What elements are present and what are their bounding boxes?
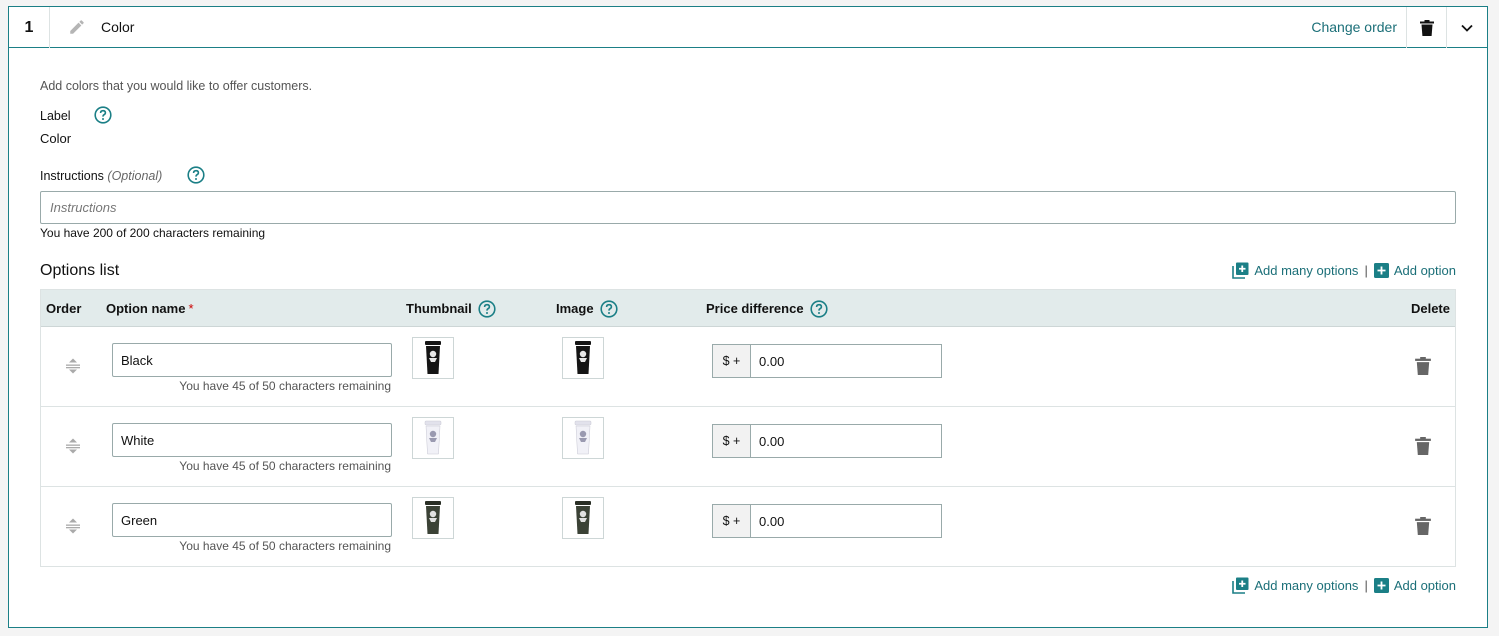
col-option-name-label: Option name (106, 301, 186, 316)
add-many-icon (1232, 262, 1249, 279)
price-difference-field: $ + (712, 424, 942, 458)
option-group-title: Color (101, 19, 135, 35)
price-prefix: $ + (712, 344, 750, 378)
thumbnail-image[interactable] (412, 497, 454, 539)
drag-handle-icon[interactable] (65, 437, 81, 455)
col-price-difference-label: Price difference (706, 301, 804, 316)
instructions-label: Instructions (Optional) (40, 169, 162, 183)
tumbler-thumbnail (425, 341, 441, 374)
instructions-char-count: You have 200 of 200 characters remaining (40, 226, 266, 240)
price-input[interactable] (750, 344, 942, 378)
options-list-title: Options list (40, 262, 120, 279)
col-option-name: Option name * (106, 290, 194, 327)
col-thumbnail-label: Thumbnail (406, 301, 472, 316)
instructions-input[interactable] (40, 191, 1456, 224)
table-row: You have 45 of 50 characters remaining (41, 327, 1455, 407)
tumbler-thumbnail (425, 501, 441, 534)
pencil-icon[interactable] (68, 18, 86, 36)
label-field-label: Label (40, 109, 71, 123)
option-char-count: You have 45 of 50 characters remaining (179, 539, 391, 553)
option-name-input[interactable] (112, 343, 392, 377)
option-name-input[interactable] (112, 503, 392, 537)
price-prefix: $ + (712, 424, 750, 458)
option-name-input[interactable] (112, 423, 392, 457)
option-char-count: You have 45 of 50 characters remaining (179, 379, 391, 393)
instructions-label-text: Instructions (40, 169, 104, 183)
delete-group-button[interactable] (1406, 7, 1447, 48)
add-many-options-label: Add many options (1254, 263, 1359, 278)
col-delete: Delete (1410, 301, 1450, 316)
add-option-label: Add option (1393, 578, 1456, 593)
options-actions-bottom: Add many options | Add option (1232, 577, 1456, 594)
options-actions-top: Add many options | Add option (1232, 262, 1456, 279)
trash-icon (1419, 19, 1434, 36)
step-number: 1 (9, 7, 50, 48)
section-description: Add colors that you would like to offer … (40, 79, 313, 93)
options-table: Order Option name * Thumbnail Image Pric… (40, 289, 1456, 567)
collapse-button[interactable] (1447, 7, 1487, 48)
help-icon[interactable] (94, 106, 112, 124)
options-table-header: Order Option name * Thumbnail Image Pric… (41, 290, 1455, 327)
price-difference-field: $ + (712, 344, 942, 378)
add-option-button[interactable]: Add option (1373, 578, 1456, 593)
option-group-panel: 1 Color Change order Add colors that you… (8, 6, 1488, 628)
option-group-header: 1 Color Change order (9, 7, 1487, 48)
col-price-difference: Price difference (706, 290, 828, 327)
option-image[interactable] (562, 497, 604, 539)
drag-handle-icon[interactable] (65, 517, 81, 535)
add-many-icon (1232, 577, 1249, 594)
drag-handle-icon[interactable] (65, 357, 81, 375)
link-separator: | (1364, 578, 1368, 593)
table-row: You have 45 of 50 characters remaining (41, 407, 1455, 487)
trash-icon[interactable] (1415, 357, 1431, 375)
add-option-label: Add option (1393, 263, 1456, 278)
table-row: You have 45 of 50 characters remaining (41, 487, 1455, 567)
plus-square-icon (1373, 578, 1389, 593)
required-mark: * (188, 301, 194, 316)
help-icon[interactable] (478, 299, 496, 318)
col-thumbnail: Thumbnail (406, 290, 496, 327)
option-image[interactable] (562, 337, 604, 379)
price-input[interactable] (750, 504, 942, 538)
link-separator: | (1364, 263, 1368, 278)
price-difference-field: $ + (712, 504, 942, 538)
add-many-options-label: Add many options (1254, 578, 1359, 593)
trash-icon[interactable] (1415, 517, 1431, 535)
col-image-label: Image (556, 301, 594, 316)
add-many-options-button[interactable]: Add many options (1232, 262, 1358, 279)
option-image[interactable] (562, 417, 604, 459)
help-icon[interactable] (599, 299, 618, 318)
col-order: Order (46, 301, 82, 316)
optional-tag: (Optional) (107, 169, 163, 183)
add-many-options-button[interactable]: Add many options (1232, 577, 1358, 594)
option-char-count: You have 45 of 50 characters remaining (179, 459, 391, 473)
price-prefix: $ + (712, 504, 750, 538)
col-image: Image (556, 290, 618, 327)
tumbler-image (575, 501, 591, 534)
tumbler-thumbnail (424, 420, 442, 455)
label-value: Color (40, 131, 72, 146)
plus-square-icon (1373, 263, 1389, 278)
tumbler-image (575, 341, 591, 374)
help-icon[interactable] (187, 166, 205, 184)
change-order-link[interactable]: Change order (1311, 7, 1397, 48)
thumbnail-image[interactable] (412, 417, 454, 459)
chevron-down-icon (1461, 24, 1473, 32)
help-icon[interactable] (809, 299, 828, 318)
price-input[interactable] (750, 424, 942, 458)
add-option-button[interactable]: Add option (1373, 263, 1456, 278)
thumbnail-image[interactable] (412, 337, 454, 379)
tumbler-image (574, 420, 592, 455)
trash-icon[interactable] (1415, 437, 1431, 455)
